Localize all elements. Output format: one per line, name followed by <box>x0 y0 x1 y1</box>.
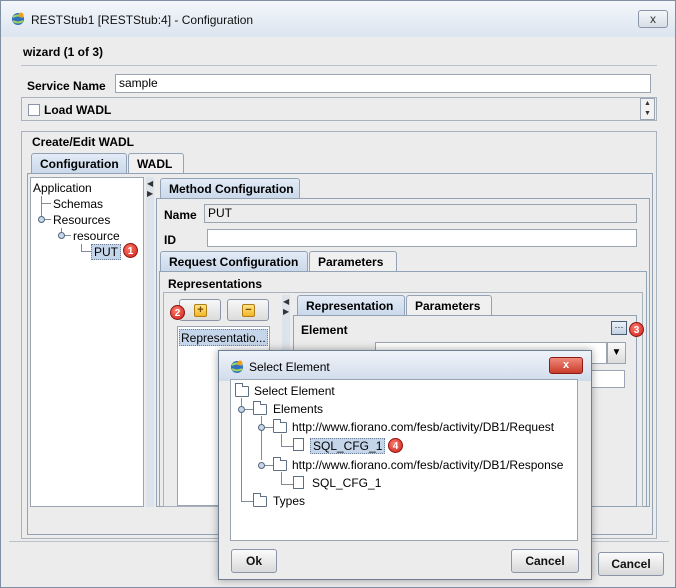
tree-connector <box>261 416 262 460</box>
load-wadl-checkbox[interactable] <box>28 104 40 116</box>
document-icon <box>293 438 304 451</box>
close-icon: x <box>562 359 570 371</box>
list-item[interactable]: Representatio... <box>179 329 268 346</box>
tree-item-put[interactable]: PUT <box>91 244 121 260</box>
folder-icon <box>235 383 249 397</box>
tree-item-request-sql-cfg[interactable]: SQL_CFG_1 <box>310 438 386 454</box>
create-edit-wadl-title: Create/Edit WADL <box>30 135 137 149</box>
dialog-titlebar[interactable]: Select Element x <box>219 351 591 381</box>
window-titlebar[interactable]: RESTStub1 [RESTStub:4] - Configuration x <box>1 1 675 37</box>
load-wadl-label: Load WADL <box>44 103 112 117</box>
tree-item-types[interactable]: Types <box>273 494 305 508</box>
header-divider <box>21 65 657 66</box>
select-element-dialog: Select Element x Select Element Elements… <box>218 350 592 580</box>
tree-expand-knob-icon[interactable] <box>258 424 265 431</box>
tree-expand-knob-icon[interactable] <box>238 406 245 413</box>
folder-icon <box>253 401 267 415</box>
expand-right-icon[interactable]: ▶ <box>283 308 289 316</box>
tree-connector <box>281 484 293 485</box>
tree-item-schemas[interactable]: Schemas <box>53 197 103 211</box>
app-globe-icon <box>12 12 24 25</box>
tab-rep-parameters[interactable]: Parameters <box>406 295 492 316</box>
tree-connector <box>241 398 242 501</box>
callout-badge-1: 1 <box>123 243 138 258</box>
folder-icon <box>273 457 287 471</box>
spin-down-icon[interactable]: ▼ <box>641 109 654 119</box>
close-icon: x <box>650 12 656 26</box>
tab-wadl[interactable]: WADL <box>128 153 184 174</box>
element-label: Element <box>301 323 348 337</box>
tree-connector <box>81 251 91 252</box>
element-browse-button[interactable]: ··· <box>611 321 627 335</box>
ellipsis-icon: ··· <box>614 322 624 332</box>
add-representation-button[interactable]: + <box>179 299 221 321</box>
tree-connector <box>65 235 71 236</box>
expand-right-icon[interactable]: ▶ <box>147 190 153 198</box>
callout-badge-3: 3 <box>629 322 644 337</box>
service-name-input[interactable]: sample <box>115 74 651 93</box>
tree-item-response-namespace[interactable]: http://www.fiorano.com/fesb/activity/DB1… <box>292 458 563 472</box>
tree-item-resources[interactable]: Resources <box>53 213 110 227</box>
tree-connector <box>245 409 253 410</box>
tree-item-resource[interactable]: resource <box>73 229 120 243</box>
remove-representation-button[interactable]: − <box>227 299 269 321</box>
load-wadl-spinner[interactable]: ▲ ▼ <box>640 98 655 120</box>
element-secondary-field[interactable] <box>591 370 625 388</box>
cancel-button[interactable]: Cancel <box>598 552 664 576</box>
tree-connector <box>41 203 51 204</box>
wadl-tree[interactable]: Application Schemas Resources resource P… <box>30 177 144 507</box>
tree-expand-knob-icon[interactable] <box>258 462 265 469</box>
tree-item-response-sql-cfg[interactable]: SQL_CFG_1 <box>312 476 381 490</box>
dialog-ok-button[interactable]: Ok <box>231 549 277 573</box>
method-name-field: PUT <box>204 204 637 223</box>
dropdown-arrow-icon: ▼ <box>611 347 622 358</box>
wizard-step-label: wizard (1 of 3) <box>23 45 104 59</box>
dialog-cancel-button[interactable]: Cancel <box>511 549 579 573</box>
folder-icon <box>253 493 267 507</box>
minus-icon: − <box>242 304 255 317</box>
tree-splitter[interactable]: ◀ ▶ <box>146 177 154 507</box>
folder-icon <box>273 419 287 433</box>
collapse-left-icon[interactable]: ◀ <box>283 298 289 306</box>
dialog-title: Select Element <box>249 360 330 374</box>
element-combo-dropdown[interactable]: ▼ <box>607 342 626 364</box>
window-close-button[interactable]: x <box>638 10 668 28</box>
tree-connector <box>281 446 293 447</box>
method-id-label: ID <box>164 233 176 247</box>
window-title: RESTStub1 [RESTStub:4] - Configuration <box>31 13 254 27</box>
tree-expand-knob-icon[interactable] <box>38 216 45 223</box>
load-wadl-bar <box>21 97 657 121</box>
tree-connector <box>45 219 51 220</box>
tree-connector <box>265 427 273 428</box>
spin-up-icon[interactable]: ▲ <box>641 99 654 109</box>
tree-item-elements[interactable]: Elements <box>273 402 323 416</box>
element-tree[interactable]: Select Element Elements http://www.fiora… <box>230 379 578 541</box>
tree-item-request-namespace[interactable]: http://www.fiorano.com/fesb/activity/DB1… <box>292 420 554 434</box>
tab-request-configuration[interactable]: Request Configuration <box>160 251 308 272</box>
plus-icon: + <box>194 304 207 317</box>
method-id-input[interactable] <box>207 229 637 247</box>
tree-expand-knob-icon[interactable] <box>58 232 65 239</box>
collapse-left-icon[interactable]: ◀ <box>147 180 153 188</box>
tab-representation[interactable]: Representation <box>297 295 405 316</box>
tab-parameters[interactable]: Parameters <box>309 251 397 272</box>
service-name-label: Service Name <box>27 79 106 93</box>
method-name-label: Name <box>164 208 197 222</box>
dialog-close-button[interactable]: x <box>549 357 583 374</box>
tree-connector <box>241 501 253 502</box>
tab-method-configuration[interactable]: Method Configuration <box>160 178 300 199</box>
callout-badge-2: 2 <box>170 305 185 320</box>
app-globe-icon <box>231 360 243 373</box>
tree-item-select-element[interactable]: Select Element <box>254 384 335 398</box>
tree-connector <box>265 465 273 466</box>
document-icon <box>293 476 304 489</box>
tab-configuration[interactable]: Configuration <box>31 153 127 174</box>
tree-item-application[interactable]: Application <box>33 181 92 195</box>
representations-title: Representations <box>168 277 263 291</box>
callout-badge-4: 4 <box>388 438 403 453</box>
